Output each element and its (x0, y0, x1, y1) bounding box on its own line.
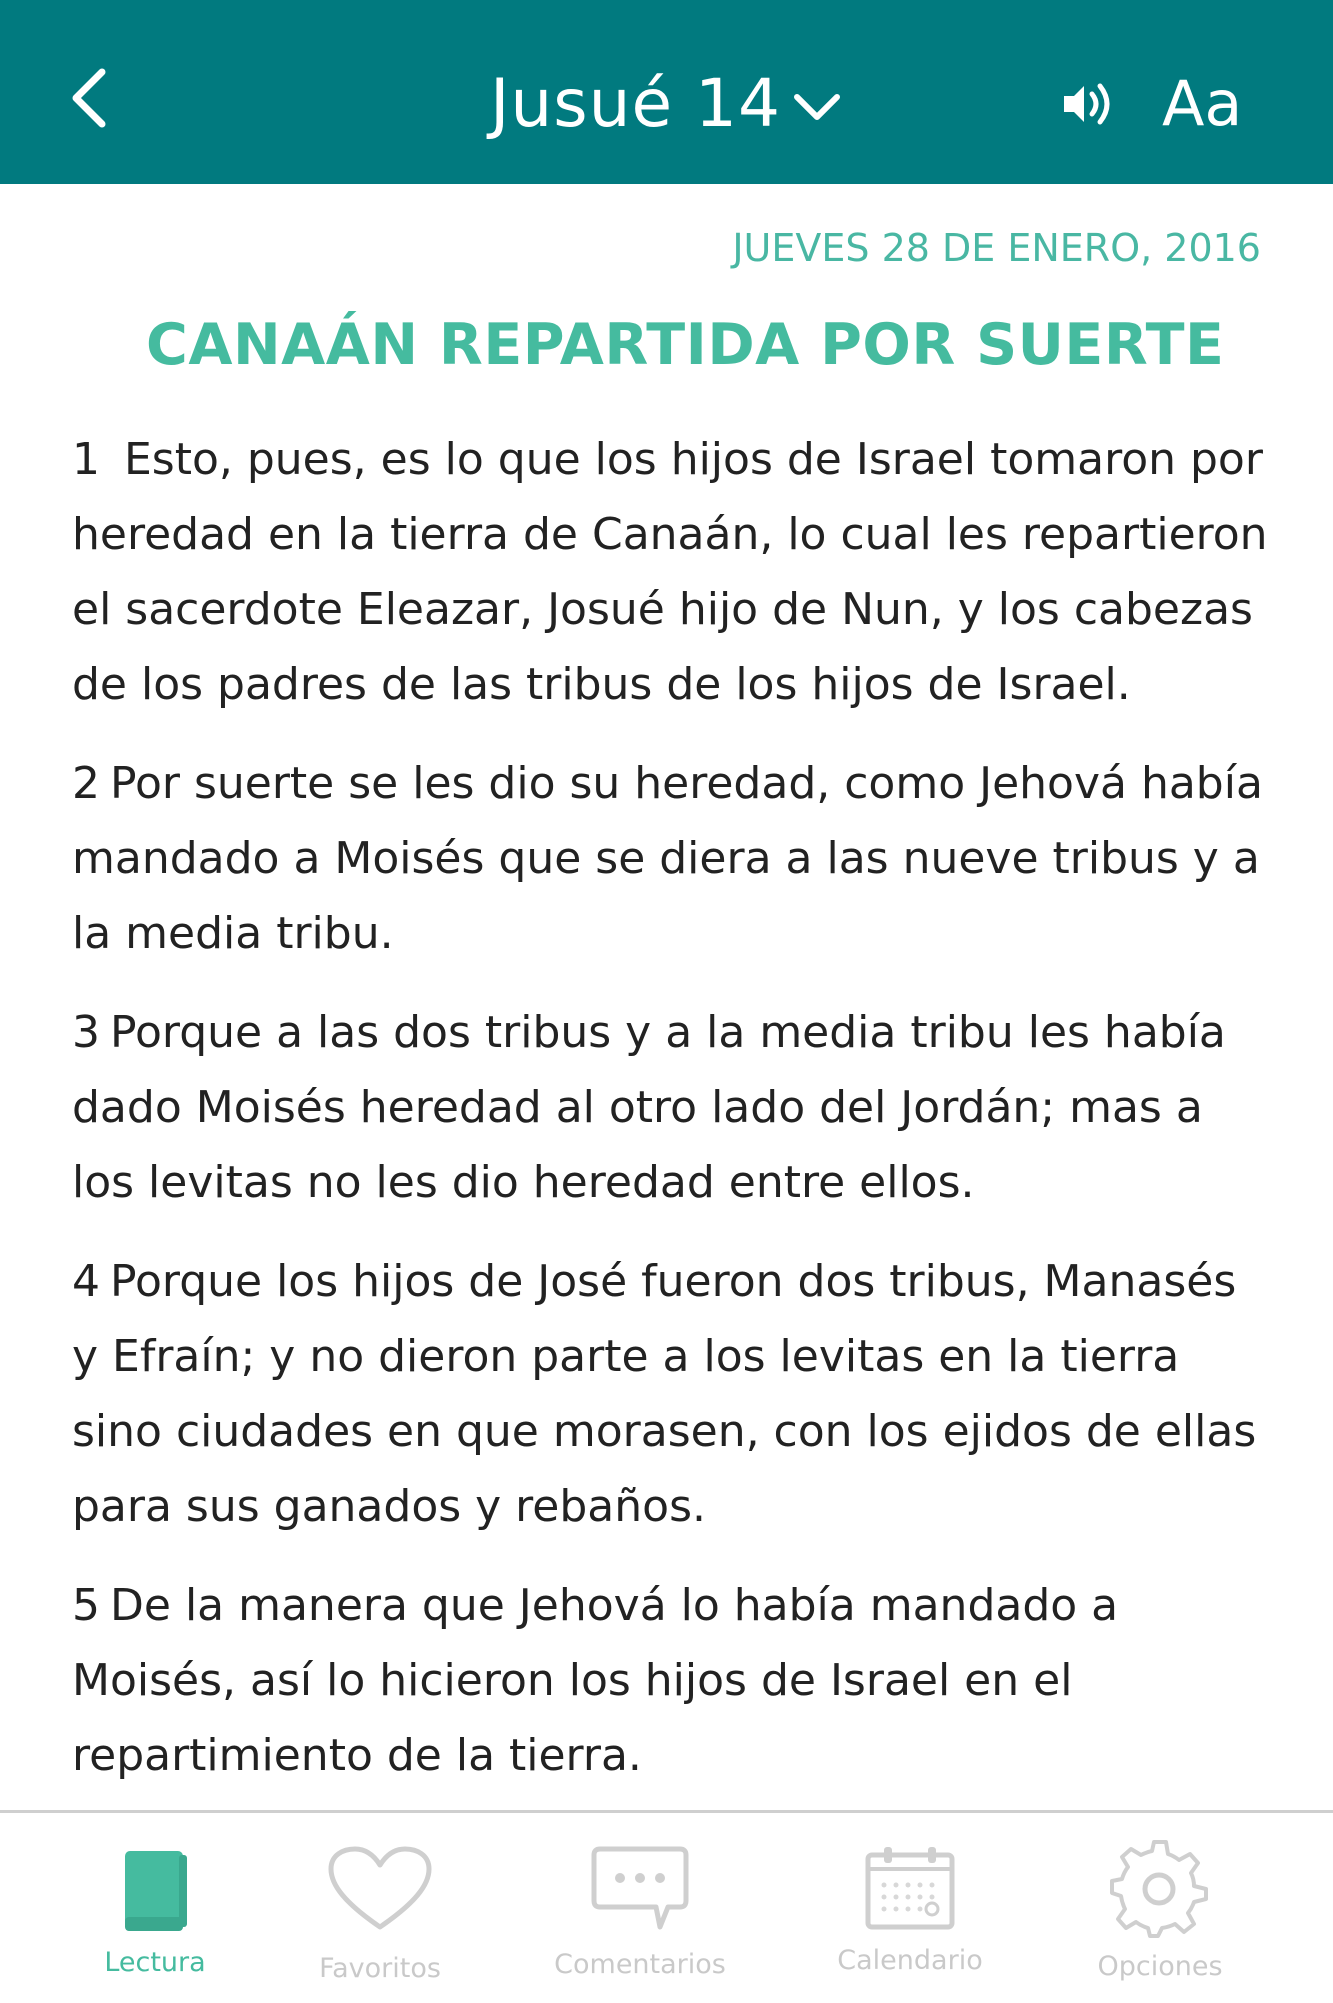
verse-text: Esto, pues, es lo que los hijos de Israe… (72, 434, 1268, 710)
verse[interactable]: 4 Porque los hijos de José fueron dos tri… (72, 1244, 1272, 1544)
verse-text: De la manera que Jehová lo había mandado… (72, 1580, 1119, 1781)
chevron-down-icon (794, 94, 841, 120)
book-icon (125, 1851, 187, 1931)
verse[interactable]: 3 Porque a las dos tribus y a la media tr… (72, 995, 1272, 1220)
tab-calendario[interactable]: Calendario (790, 1813, 1030, 2003)
heart-icon (328, 1846, 432, 1930)
verse-number: 1 (72, 434, 100, 485)
verse[interactable]: 5 De la manera que Jehová lo había mandad… (72, 1568, 1272, 1793)
audio-button[interactable] (1060, 76, 1116, 132)
tab-label: Favoritos (319, 1953, 441, 1984)
verse-number: 2 (72, 758, 100, 809)
chapter-title: Jusué 14 (489, 65, 782, 142)
bottom-tab-bar: Lectura Favoritos Comentarios Calendario… (0, 1810, 1333, 2000)
verse-list: 1 Esto, pues, es lo que los hijos de Isr… (72, 422, 1272, 1817)
tab-label: Calendario (837, 1945, 983, 1976)
verse-number: 4 (72, 1256, 100, 1307)
font-size-button[interactable]: Aa (1162, 62, 1242, 146)
verse-text: Porque a las dos tribus y a la media tri… (72, 1007, 1226, 1208)
chat-bubble-icon (591, 1846, 689, 1930)
gear-icon (1110, 1840, 1208, 1938)
verse-number: 3 (72, 1007, 100, 1058)
tab-label: Comentarios (554, 1949, 726, 1980)
verse-text: Porque los hijos de José fueron dos trib… (72, 1256, 1257, 1532)
tab-lectura[interactable]: Lectura (35, 1813, 275, 2003)
tab-comentarios[interactable]: Comentarios (520, 1813, 760, 2003)
verse-text: Por suerte se les dio su heredad, como J… (72, 758, 1263, 959)
calendar-icon (865, 1847, 955, 1930)
tab-label: Opciones (1097, 1951, 1223, 1982)
verse[interactable]: 2 Por suerte se les dio su heredad, como … (72, 746, 1272, 971)
reading-date: JUEVES 28 DE ENERO, 2016 (732, 226, 1261, 270)
verse-number: 5 (72, 1580, 100, 1631)
tab-label: Lectura (104, 1947, 206, 1978)
top-bar: Jusué 14 Aa (0, 0, 1333, 184)
chapter-selector[interactable]: Jusué 14 (0, 62, 1333, 146)
section-title: CANAÁN REPARTIDA POR SUERTE (146, 312, 1225, 378)
tab-favoritos[interactable]: Favoritos (260, 1813, 500, 2003)
verse[interactable]: 1 Esto, pues, es lo que los hijos de Isr… (72, 422, 1272, 722)
reading-content[interactable]: JUEVES 28 DE ENERO, 2016 CANAÁN REPARTID… (0, 184, 1333, 1810)
tab-opciones[interactable]: Opciones (1040, 1813, 1280, 2003)
speaker-icon (1064, 83, 1110, 125)
